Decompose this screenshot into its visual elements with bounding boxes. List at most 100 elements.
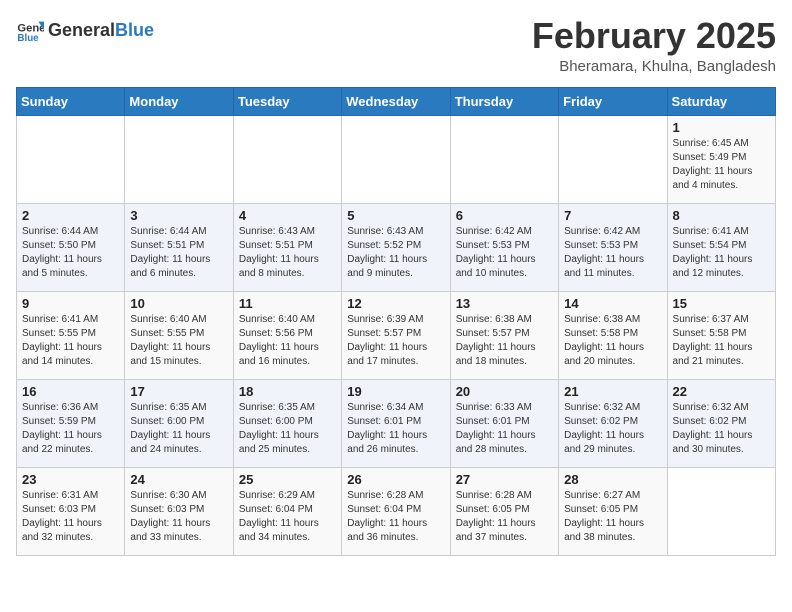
week-row-3: 9 Sunrise: 6:41 AM Sunset: 5:55 PM Daylig… [17, 291, 776, 379]
day-number: 17 [130, 384, 227, 399]
svg-text:Blue: Blue [17, 33, 39, 44]
day-cell: 21 Sunrise: 6:32 AM Sunset: 6:02 PM Dayli… [559, 379, 667, 467]
day-cell: 6Sunrise: 6:42 AM Sunset: 5:53 PM Daylig… [450, 203, 558, 291]
day-cell [559, 115, 667, 203]
day-number: 4 [239, 208, 336, 223]
day-info: Sunrise: 6:32 AM Sunset: 6:02 PM Dayligh… [673, 401, 770, 457]
day-info: Sunrise: 6:44 AM Sunset: 5:51 PM Dayligh… [130, 225, 227, 281]
day-number: 6 [456, 208, 553, 223]
calendar-header: SundayMondayTuesdayWednesdayThursdayFrid… [17, 87, 776, 115]
day-cell: 13Sunrise: 6:38 AM Sunset: 5:57 PM Dayli… [450, 291, 558, 379]
day-cell [450, 115, 558, 203]
day-cell [233, 115, 341, 203]
day-number: 14 [564, 296, 661, 311]
weekday-header-sunday: Sunday [17, 87, 125, 115]
weekday-header-friday: Friday [559, 87, 667, 115]
day-cell: 4 Sunrise: 6:43 AM Sunset: 5:51 PM Daylig… [233, 203, 341, 291]
day-info: Sunrise: 6:27 AM Sunset: 6:05 PM Dayligh… [564, 489, 661, 545]
day-info: Sunrise: 6:40 AM Sunset: 5:55 PM Dayligh… [130, 313, 227, 369]
title-block: February 2025 Bheramara, Khulna, Banglad… [532, 16, 776, 75]
day-number: 26 [347, 472, 444, 487]
weekday-header-wednesday: Wednesday [342, 87, 450, 115]
day-number: 24 [130, 472, 227, 487]
day-number: 18 [239, 384, 336, 399]
day-number: 11 [239, 296, 336, 311]
day-info: Sunrise: 6:44 AM Sunset: 5:50 PM Dayligh… [22, 225, 119, 281]
day-number: 10 [130, 296, 227, 311]
week-row-1: 1 Sunrise: 6:45 AM Sunset: 5:49 PM Daylig… [17, 115, 776, 203]
day-number: 28 [564, 472, 661, 487]
week-row-4: 16Sunrise: 6:36 AM Sunset: 5:59 PM Dayli… [17, 379, 776, 467]
day-info: Sunrise: 6:41 AM Sunset: 5:55 PM Dayligh… [22, 313, 119, 369]
day-info: Sunrise: 6:43 AM Sunset: 5:51 PM Dayligh… [239, 225, 336, 281]
day-cell: 5Sunrise: 6:43 AM Sunset: 5:52 PM Daylig… [342, 203, 450, 291]
day-number: 12 [347, 296, 444, 311]
day-number: 9 [22, 296, 119, 311]
day-number: 20 [456, 384, 553, 399]
day-info: Sunrise: 6:43 AM Sunset: 5:52 PM Dayligh… [347, 225, 444, 281]
day-info: Sunrise: 6:38 AM Sunset: 5:58 PM Dayligh… [564, 313, 661, 369]
day-info: Sunrise: 6:28 AM Sunset: 6:05 PM Dayligh… [456, 489, 553, 545]
day-info: Sunrise: 6:36 AM Sunset: 5:59 PM Dayligh… [22, 401, 119, 457]
day-info: Sunrise: 6:40 AM Sunset: 5:56 PM Dayligh… [239, 313, 336, 369]
day-number: 8 [673, 208, 770, 223]
logo-general: General [48, 20, 115, 41]
day-cell: 17 Sunrise: 6:35 AM Sunset: 6:00 PM Dayli… [125, 379, 233, 467]
day-info: Sunrise: 6:35 AM Sunset: 6:00 PM Dayligh… [130, 401, 227, 457]
day-info: Sunrise: 6:42 AM Sunset: 5:53 PM Dayligh… [564, 225, 661, 281]
day-number: 25 [239, 472, 336, 487]
day-cell: 22Sunrise: 6:32 AM Sunset: 6:02 PM Dayli… [667, 379, 775, 467]
day-cell: 19 Sunrise: 6:34 AM Sunset: 6:01 PM Dayli… [342, 379, 450, 467]
day-cell [342, 115, 450, 203]
day-cell: 28 Sunrise: 6:27 AM Sunset: 6:05 PM Dayli… [559, 467, 667, 555]
weekday-header-tuesday: Tuesday [233, 87, 341, 115]
day-info: Sunrise: 6:33 AM Sunset: 6:01 PM Dayligh… [456, 401, 553, 457]
day-cell [667, 467, 775, 555]
day-cell: 1 Sunrise: 6:45 AM Sunset: 5:49 PM Daylig… [667, 115, 775, 203]
day-cell: 3 Sunrise: 6:44 AM Sunset: 5:51 PM Daylig… [125, 203, 233, 291]
week-row-2: 2 Sunrise: 6:44 AM Sunset: 5:50 PM Daylig… [17, 203, 776, 291]
day-info: Sunrise: 6:29 AM Sunset: 6:04 PM Dayligh… [239, 489, 336, 545]
day-info: Sunrise: 6:37 AM Sunset: 5:58 PM Dayligh… [673, 313, 770, 369]
day-cell: 18 Sunrise: 6:35 AM Sunset: 6:00 PM Dayli… [233, 379, 341, 467]
day-cell: 16Sunrise: 6:36 AM Sunset: 5:59 PM Dayli… [17, 379, 125, 467]
day-info: Sunrise: 6:45 AM Sunset: 5:49 PM Dayligh… [673, 137, 770, 193]
day-number: 1 [673, 120, 770, 135]
day-info: Sunrise: 6:30 AM Sunset: 6:03 PM Dayligh… [130, 489, 227, 545]
day-cell [125, 115, 233, 203]
day-number: 15 [673, 296, 770, 311]
day-number: 3 [130, 208, 227, 223]
day-info: Sunrise: 6:34 AM Sunset: 6:01 PM Dayligh… [347, 401, 444, 457]
day-cell: 14 Sunrise: 6:38 AM Sunset: 5:58 PM Dayli… [559, 291, 667, 379]
weekday-header-monday: Monday [125, 87, 233, 115]
logo-icon: General Blue [16, 16, 44, 44]
weekday-header-saturday: Saturday [667, 87, 775, 115]
logo-blue: Blue [115, 20, 154, 41]
weekday-header-thursday: Thursday [450, 87, 558, 115]
calendar-table: SundayMondayTuesdayWednesdayThursdayFrid… [16, 87, 776, 556]
day-cell: 23Sunrise: 6:31 AM Sunset: 6:03 PM Dayli… [17, 467, 125, 555]
day-number: 27 [456, 472, 553, 487]
day-info: Sunrise: 6:32 AM Sunset: 6:02 PM Dayligh… [564, 401, 661, 457]
day-cell: 12 Sunrise: 6:39 AM Sunset: 5:57 PM Dayli… [342, 291, 450, 379]
day-cell: 20 Sunrise: 6:33 AM Sunset: 6:01 PM Dayli… [450, 379, 558, 467]
day-cell: 8 Sunrise: 6:41 AM Sunset: 5:54 PM Daylig… [667, 203, 775, 291]
day-cell: 7 Sunrise: 6:42 AM Sunset: 5:53 PM Daylig… [559, 203, 667, 291]
day-cell: 9 Sunrise: 6:41 AM Sunset: 5:55 PM Daylig… [17, 291, 125, 379]
day-cell [17, 115, 125, 203]
weekday-row: SundayMondayTuesdayWednesdayThursdayFrid… [17, 87, 776, 115]
day-cell: 11 Sunrise: 6:40 AM Sunset: 5:56 PM Dayli… [233, 291, 341, 379]
day-info: Sunrise: 6:41 AM Sunset: 5:54 PM Dayligh… [673, 225, 770, 281]
day-number: 21 [564, 384, 661, 399]
day-number: 7 [564, 208, 661, 223]
day-info: Sunrise: 6:39 AM Sunset: 5:57 PM Dayligh… [347, 313, 444, 369]
day-info: Sunrise: 6:38 AM Sunset: 5:57 PM Dayligh… [456, 313, 553, 369]
day-cell: 15 Sunrise: 6:37 AM Sunset: 5:58 PM Dayli… [667, 291, 775, 379]
day-cell: 25 Sunrise: 6:29 AM Sunset: 6:04 PM Dayli… [233, 467, 341, 555]
day-number: 19 [347, 384, 444, 399]
day-number: 2 [22, 208, 119, 223]
page-header: General Blue GeneralBlue February 2025 B… [16, 16, 776, 75]
day-info: Sunrise: 6:35 AM Sunset: 6:00 PM Dayligh… [239, 401, 336, 457]
week-row-5: 23Sunrise: 6:31 AM Sunset: 6:03 PM Dayli… [17, 467, 776, 555]
day-cell: 10 Sunrise: 6:40 AM Sunset: 5:55 PM Dayli… [125, 291, 233, 379]
